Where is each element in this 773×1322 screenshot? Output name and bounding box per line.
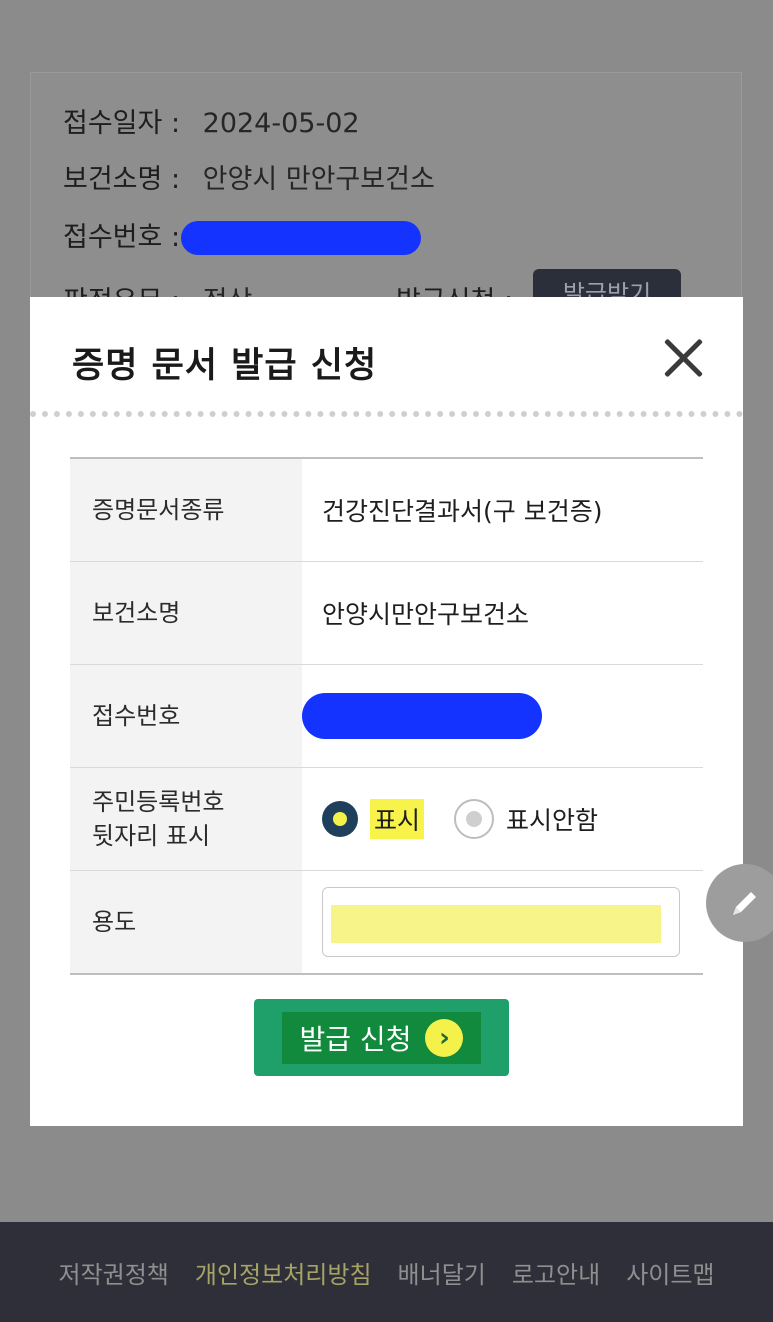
form-row-document-type: 증명문서종류 건강진단결과서(구 보건증) [70,459,703,562]
health-center-label: 보건소명 [70,562,302,664]
issue-request-button[interactable]: 발급 신청 › [254,999,509,1076]
document-type-value: 건강진단결과서(구 보건증) [322,497,603,526]
redacted-receipt-number [181,221,421,255]
footer-link-logo[interactable]: 로고안내 [512,1255,600,1290]
form-row-receipt-number: 접수번호 [70,665,703,768]
footer-link-banner[interactable]: 배너달기 [398,1255,486,1290]
certificate-issue-modal: 증명 문서 발급 신청 증명문서종류 건강진단결과서(구 보건증) 보건소명 안… [30,297,743,1126]
radio-option-show-label: 표시 [370,799,425,839]
radio-option-show[interactable]: 표시 [322,799,425,839]
document-type-label: 증명문서종류 [70,459,302,561]
site-footer: 저작권정책 개인정보처리방침 배너달기 로고안내 사이트맵 [0,1222,773,1322]
purpose-label: 용도 [70,871,302,973]
form-row-resident-number-display: 주민등록번호 뒷자리 표시 표시 표시안함 [70,768,703,871]
health-center-row: 보건소명 : 안양시 만안구보건소 [63,157,435,196]
purpose-value [302,871,703,973]
issue-request-label: 발급 신청 [299,1022,412,1056]
receipt-number-label: 접수번호 [70,665,302,767]
background-receipt-card: 접수일자 : 2024-05-02 보건소명 : 안양시 만안구보건소 접수번호… [30,72,742,329]
receipt-number-value [302,665,703,767]
purpose-input[interactable] [322,887,680,957]
redacted-receipt-number [302,693,542,739]
resident-number-display-options: 표시 표시안함 [302,768,703,870]
form-row-health-center: 보건소명 안양시만안구보건소 [70,562,703,665]
receipt-number-row: 접수번호 : [63,215,180,254]
footer-link-copyright[interactable]: 저작권정책 [58,1255,168,1290]
purpose-highlight [331,905,661,943]
health-center-label: 보건소명 : [63,164,181,195]
issue-form-table: 증명문서종류 건강진단결과서(구 보건증) 보건소명 안양시만안구보건소 접수번… [70,457,703,975]
receipt-date-row: 접수일자 : 2024-05-02 [63,101,360,140]
receipt-date-value: 2024-05-02 [202,108,360,139]
chevron-right-icon: › [425,1018,464,1057]
issue-request-inner: 발급 신청 › [281,1011,482,1064]
receipt-number-label: 접수번호 : [63,222,181,253]
pencil-icon [733,892,756,915]
radio-checked-icon[interactable] [322,801,358,837]
footer-link-sitemap[interactable]: 사이트맵 [626,1255,714,1290]
divider [30,411,743,417]
radio-unchecked-icon[interactable] [454,799,495,839]
health-center-value: 안양시 만안구보건소 [202,164,435,195]
radio-option-hide-label: 표시안함 [506,806,599,835]
form-row-purpose: 용도 [70,871,703,975]
receipt-date-label: 접수일자 : [63,108,181,139]
close-icon[interactable] [660,335,706,381]
footer-link-privacy[interactable]: 개인정보처리방침 [195,1255,372,1290]
radio-option-hide[interactable]: 표시안함 [454,799,598,839]
modal-title: 증명 문서 발급 신청 [72,346,378,386]
health-center-value: 안양시만안구보건소 [322,600,530,629]
resident-number-display-label: 주민등록번호 뒷자리 표시 [70,768,302,870]
